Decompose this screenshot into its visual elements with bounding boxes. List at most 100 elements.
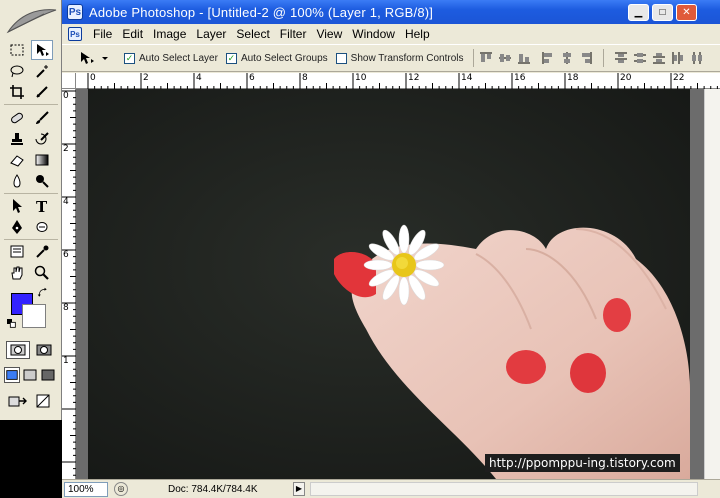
menu-view[interactable]: View <box>311 27 347 41</box>
ruler-label: 2 <box>143 73 149 83</box>
auto-select-layer-option[interactable]: ✓ Auto Select Layer <box>124 52 218 64</box>
ruler-label: 10 <box>355 73 367 83</box>
toolbox-divider <box>4 239 58 240</box>
clone-stamp-tool-icon[interactable] <box>6 129 28 149</box>
title-bar[interactable]: Ps Adobe Photoshop - [Untitled-2 @ 100% … <box>62 0 720 24</box>
standard-mode-icon[interactable] <box>6 341 30 359</box>
ruler-label: 2 <box>63 144 69 154</box>
minimize-button[interactable]: ▁ <box>628 4 649 21</box>
menu-select[interactable]: Select <box>231 27 274 41</box>
full-screen-mode-icon[interactable] <box>40 367 56 383</box>
ruler-label: 1 <box>63 356 69 366</box>
show-transform-controls-checkbox[interactable] <box>335 52 347 64</box>
menu-edit[interactable]: Edit <box>117 27 148 41</box>
jump-to-imageready-icon[interactable] <box>6 392 30 410</box>
marquee-tool-icon[interactable] <box>6 40 28 60</box>
tool-preset-picker[interactable] <box>78 48 116 68</box>
align-vertical-centers-icon[interactable] <box>498 51 512 65</box>
move-tool-icon[interactable] <box>31 40 53 60</box>
standard-screen-mode-icon[interactable] <box>4 367 20 383</box>
menu-bar: Ps File Edit Image Layer Select Filter V… <box>62 24 720 65</box>
ruler-origin[interactable] <box>62 73 76 89</box>
distribute-vertical-centers-icon[interactable] <box>633 51 647 65</box>
menu-layer[interactable]: Layer <box>191 27 231 41</box>
pen-tool-icon[interactable] <box>6 217 28 237</box>
zoom-tool-icon[interactable] <box>31 263 53 283</box>
crop-tool-icon[interactable] <box>6 82 28 102</box>
zoom-level-field[interactable]: 100% <box>64 481 108 497</box>
align-right-edges-icon[interactable] <box>579 51 593 65</box>
vertical-ruler[interactable]: 0 2 4 6 8 1 <box>62 89 76 479</box>
menu-window[interactable]: Window <box>347 27 400 41</box>
notes-tool-icon[interactable] <box>6 242 28 262</box>
distribute-bottom-edges-icon[interactable] <box>652 51 666 65</box>
show-transform-controls-label: Show Transform Controls <box>350 52 464 64</box>
document-canvas[interactable] <box>76 89 704 479</box>
eyedropper-tool-icon[interactable] <box>31 242 53 262</box>
slice-tool-icon[interactable] <box>31 82 53 102</box>
status-menu-arrow-icon[interactable]: ▶ <box>293 482 305 496</box>
ruler-label: 14 <box>461 73 473 83</box>
close-button[interactable]: ✕ <box>676 4 697 21</box>
ruler-label: 16 <box>514 73 526 83</box>
eraser-tool-icon[interactable] <box>6 150 28 170</box>
horizontal-ruler[interactable]: 0 2 4 6 8 10 12 14 16 18 20 22 <box>76 73 720 89</box>
path-selection-tool-icon[interactable] <box>6 196 28 216</box>
hand-tool-icon[interactable] <box>6 263 28 283</box>
align-horizontal-centers-icon[interactable] <box>560 51 574 65</box>
menu-filter[interactable]: Filter <box>275 27 312 41</box>
ruler-label: 12 <box>408 73 420 83</box>
distribute-top-edges-icon[interactable] <box>614 51 628 65</box>
auto-select-groups-option[interactable]: ✓ Auto Select Groups <box>225 52 328 64</box>
photoshop-window: Ps Adobe Photoshop - [Untitled-2 @ 100% … <box>62 0 720 498</box>
dodge-tool-icon[interactable] <box>31 171 53 191</box>
imageready-icon[interactable] <box>32 392 54 410</box>
ruler-label: 8 <box>302 73 308 83</box>
align-left-edges-icon[interactable] <box>541 51 555 65</box>
auto-select-layer-checkbox[interactable]: ✓ <box>124 52 135 64</box>
full-screen-menu-mode-icon[interactable] <box>22 367 38 383</box>
ruler-label: 6 <box>249 73 255 83</box>
document-size-info: Doc: 784.4K/784.4K <box>168 483 258 495</box>
status-info-icon[interactable]: ◎ <box>114 482 128 496</box>
menu-file[interactable]: File <box>88 27 117 41</box>
history-brush-tool-icon[interactable] <box>31 129 53 149</box>
ruler-label: 4 <box>196 73 202 83</box>
swap-colors-icon[interactable] <box>36 286 50 300</box>
toolbox-panel: T <box>0 0 62 420</box>
magic-wand-tool-icon[interactable] <box>31 61 53 81</box>
custom-shape-tool-icon[interactable] <box>31 217 53 237</box>
ruler-label: 0 <box>63 91 69 101</box>
menu-help[interactable]: Help <box>400 27 435 41</box>
lasso-tool-icon[interactable] <box>6 61 28 81</box>
type-tool-icon[interactable]: T <box>31 196 53 216</box>
document-icon[interactable]: Ps <box>68 27 82 41</box>
align-top-edges-icon[interactable] <box>479 51 493 65</box>
distribute-horizontal-centers-icon[interactable] <box>690 51 704 65</box>
window-title: Adobe Photoshop - [Untitled-2 @ 100% (La… <box>89 4 434 20</box>
auto-select-groups-label: Auto Select Groups <box>240 52 328 64</box>
ruler-label: 6 <box>63 250 69 260</box>
align-bottom-edges-icon[interactable] <box>517 51 531 65</box>
auto-select-groups-checkbox[interactable]: ✓ <box>225 52 237 64</box>
vertical-scrollbar[interactable] <box>704 89 720 479</box>
menu-image[interactable]: Image <box>148 27 191 41</box>
horizontal-scrollbar[interactable] <box>310 482 698 496</box>
gradient-tool-icon[interactable] <box>31 150 53 170</box>
quick-mask-mode-icon[interactable] <box>32 341 56 359</box>
svg-text:T: T <box>36 198 48 214</box>
show-transform-controls-option[interactable]: Show Transform Controls <box>335 52 464 64</box>
healing-brush-tool-icon[interactable] <box>6 108 28 128</box>
default-colors-icon[interactable] <box>6 318 18 330</box>
ruler-label: 18 <box>567 73 579 83</box>
blur-tool-icon[interactable] <box>6 171 28 191</box>
watermark-text: http://ppomppu-ing.tistory.com <box>485 454 680 472</box>
maximize-button[interactable]: □ <box>652 4 673 21</box>
ruler-label: 20 <box>620 73 632 83</box>
photoshop-app-icon[interactable]: Ps <box>67 4 83 20</box>
background-color-swatch[interactable] <box>22 304 46 328</box>
toolbox-divider <box>4 193 58 194</box>
distribute-left-edges-icon[interactable] <box>671 51 685 65</box>
move-tool-icon <box>81 52 108 64</box>
brush-tool-icon[interactable] <box>31 108 53 128</box>
